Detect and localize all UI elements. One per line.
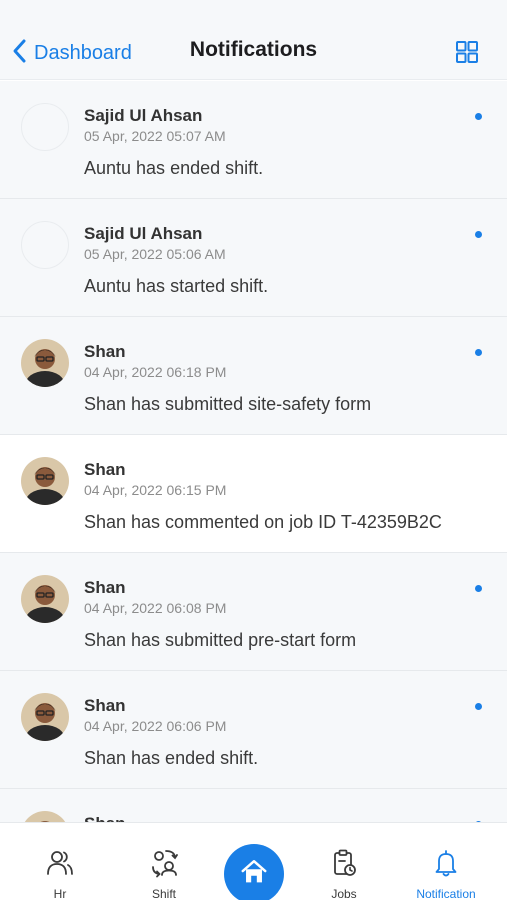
unread-indicator xyxy=(475,585,482,592)
notification-message: Auntu has started shift. xyxy=(84,276,269,296)
notification-item[interactable]: Sajid Ul Ahsan 05 Apr, 2022 05:07 AM Aun… xyxy=(0,81,507,199)
unread-indicator xyxy=(475,349,482,356)
notification-sender: Shan xyxy=(84,578,126,597)
notification-date: 04 Apr, 2022 06:18 PM xyxy=(84,364,227,380)
shift-swap-icon xyxy=(150,823,178,883)
people-icon xyxy=(46,823,74,883)
chevron-left-icon xyxy=(10,37,30,70)
tab-notification[interactable]: Notification xyxy=(396,823,496,900)
tab-label: Hr xyxy=(53,887,67,900)
notification-sender: Shan xyxy=(84,342,126,361)
unread-indicator xyxy=(475,231,482,238)
notification-item[interactable]: Shan 04 Apr, 2022 06:06 PM Shan has ende… xyxy=(0,671,507,789)
notification-list[interactable]: Sajid Ul Ahsan 05 Apr, 2022 05:07 AM Aun… xyxy=(0,81,507,822)
avatar xyxy=(21,575,69,623)
notification-date: 04 Apr, 2022 06:15 PM xyxy=(84,482,227,498)
home-icon xyxy=(239,857,269,892)
notification-message: Shan has submitted pre-start form xyxy=(84,630,357,650)
notification-message: Auntu has ended shift. xyxy=(84,158,264,178)
back-button[interactable]: Dashboard xyxy=(10,36,132,70)
notification-date: 04 Apr, 2022 06:08 PM xyxy=(84,600,227,616)
back-label: Dashboard xyxy=(34,41,132,64)
unread-indicator xyxy=(475,703,482,710)
avatar xyxy=(21,103,69,151)
notification-message: Shan has ended shift. xyxy=(84,748,259,768)
top-nav-bar: Dashboard Notifications xyxy=(0,0,507,80)
tab-shift[interactable]: Shift xyxy=(114,823,214,900)
notification-item[interactable]: Sajid Ul Ahsan 05 Apr, 2022 05:06 AM Aun… xyxy=(0,199,507,317)
notification-sender: Sajid Ul Ahsan xyxy=(84,224,203,243)
tab-label: Notification xyxy=(416,887,476,900)
notification-item[interactable]: Shan 04 Apr, 2022 06:15 PM Shan has comm… xyxy=(0,435,507,553)
notification-item[interactable]: Shan xyxy=(0,789,507,822)
notification-date: 05 Apr, 2022 05:06 AM xyxy=(84,246,226,262)
notification-message: Shan has commented on job ID T-42359B2C xyxy=(84,512,442,532)
notification-sender: Sajid Ul Ahsan xyxy=(84,106,203,125)
avatar xyxy=(21,811,69,822)
grid-icon xyxy=(455,41,479,68)
avatar xyxy=(21,693,69,741)
clipboard-icon xyxy=(330,823,358,883)
bell-icon xyxy=(432,823,460,883)
tab-label: Shift xyxy=(151,887,176,900)
notification-sender: Shan xyxy=(84,460,126,479)
notification-date: 05 Apr, 2022 05:07 AM xyxy=(84,128,226,144)
notification-sender: Shan xyxy=(84,814,126,822)
notification-sender: Shan xyxy=(84,696,126,715)
avatar xyxy=(21,221,69,269)
notification-message: Shan has submitted site-safety form xyxy=(84,394,372,414)
avatar xyxy=(21,339,69,387)
notification-date: 04 Apr, 2022 06:06 PM xyxy=(84,718,227,734)
tab-jobs[interactable]: Jobs xyxy=(294,823,394,900)
home-button[interactable] xyxy=(224,844,284,900)
avatar xyxy=(21,457,69,505)
tab-label: Jobs xyxy=(331,887,357,900)
notification-item[interactable]: Shan 04 Apr, 2022 06:18 PM Shan has subm… xyxy=(0,317,507,435)
grid-menu-button[interactable] xyxy=(455,40,479,64)
tab-hr[interactable]: Hr xyxy=(10,823,110,900)
unread-indicator xyxy=(475,113,482,120)
notification-item[interactable]: Shan 04 Apr, 2022 06:08 PM Shan has subm… xyxy=(0,553,507,671)
bottom-tab-bar: Hr Shift Jobs Notification xyxy=(0,822,507,900)
